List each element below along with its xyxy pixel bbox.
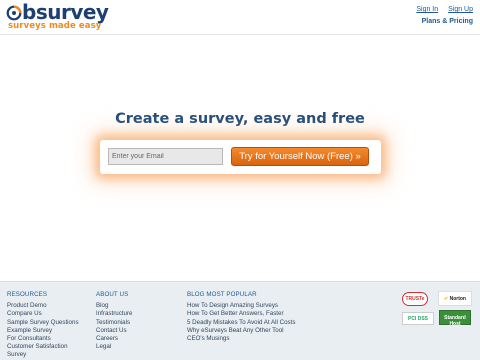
logo-tagline: surveys made easy — [8, 21, 102, 31]
sign-up-link[interactable]: Sign Up — [448, 6, 473, 13]
footer-blog-post[interactable]: Why eSurveys Beat Any Other Tool — [187, 327, 337, 335]
footer-link-product-demo[interactable]: Product Demo — [7, 302, 89, 310]
footer-about-heading: ABOUT US — [96, 291, 129, 298]
header: bsurvey surveys made easy Sign In Sign U… — [0, 0, 480, 34]
footer-resources: RESOURCES Product Demo Compare Us Sample… — [7, 291, 89, 360]
footer-blog-post[interactable]: 5 Deadly Mistakes To Avoid At All Costs — [187, 319, 337, 327]
footer-link-contact-us[interactable]: Contact Us — [96, 327, 176, 335]
truste-badge[interactable]: TRUSTe — [402, 292, 428, 306]
footer-blog-post[interactable]: CEO's Musings — [187, 335, 337, 343]
footer-blog-heading: BLOG MOST POPULAR — [187, 291, 257, 298]
footer: RESOURCES Product Demo Compare Us Sample… — [0, 281, 480, 360]
footer-link-infrastructure[interactable]: Infrastructure — [96, 310, 176, 318]
norton-badge[interactable]: ✔ Norton — [438, 291, 472, 306]
hero-title: Create a survey, easy and free — [115, 111, 365, 127]
footer-link-example-survey[interactable]: Example Survey — [7, 327, 89, 335]
header-divider — [0, 34, 480, 35]
footer-blog: BLOG MOST POPULAR How To Design Amazing … — [187, 291, 337, 343]
footer-about: ABOUT US Blog Infrastructure Testimonial… — [96, 291, 176, 351]
sign-in-link[interactable]: Sign In — [416, 6, 438, 13]
footer-link-legal[interactable]: Legal — [96, 343, 176, 351]
try-free-button[interactable]: Try for Yourself Now (Free) » — [231, 147, 369, 166]
footer-blog-post[interactable]: How To Design Amazing Surveys — [187, 302, 337, 310]
footer-link-blog[interactable]: Blog — [96, 302, 176, 310]
checkmark-icon: ✔ — [444, 296, 449, 302]
logo[interactable]: bsurvey surveys made easy — [6, 0, 109, 31]
footer-link-compare-us[interactable]: Compare Us — [7, 310, 89, 318]
host-badge[interactable]: Standard Host — [439, 310, 471, 327]
logo-icon — [6, 5, 22, 21]
footer-link-customer-satisfaction[interactable]: Customer Satisfaction Survey — [7, 343, 77, 359]
trust-badges: TRUSTe ✔ Norton PCI DSS Standard Host — [402, 290, 476, 330]
norton-label: Norton — [449, 296, 466, 302]
footer-link-sample-questions[interactable]: Sample Survey Questions — [7, 319, 89, 327]
signup-box: Try for Yourself Now (Free) » — [100, 140, 381, 174]
footer-link-careers[interactable]: Careers — [96, 335, 176, 343]
email-input[interactable] — [108, 148, 223, 165]
footer-link-testimonials[interactable]: Testimonials — [96, 319, 176, 327]
footer-link-for-consultants[interactable]: For Consultants — [7, 335, 89, 343]
footer-resources-heading: RESOURCES — [7, 291, 48, 298]
plans-pricing-link[interactable]: Plans & Pricing — [422, 18, 473, 25]
pci-dss-badge[interactable]: PCI DSS — [402, 312, 434, 325]
footer-blog-post[interactable]: How To Get Better Answers, Faster — [187, 310, 337, 318]
account-links: Sign In Sign Up Plans & Pricing — [408, 6, 473, 25]
logo-wordmark: bsurvey — [22, 0, 109, 24]
